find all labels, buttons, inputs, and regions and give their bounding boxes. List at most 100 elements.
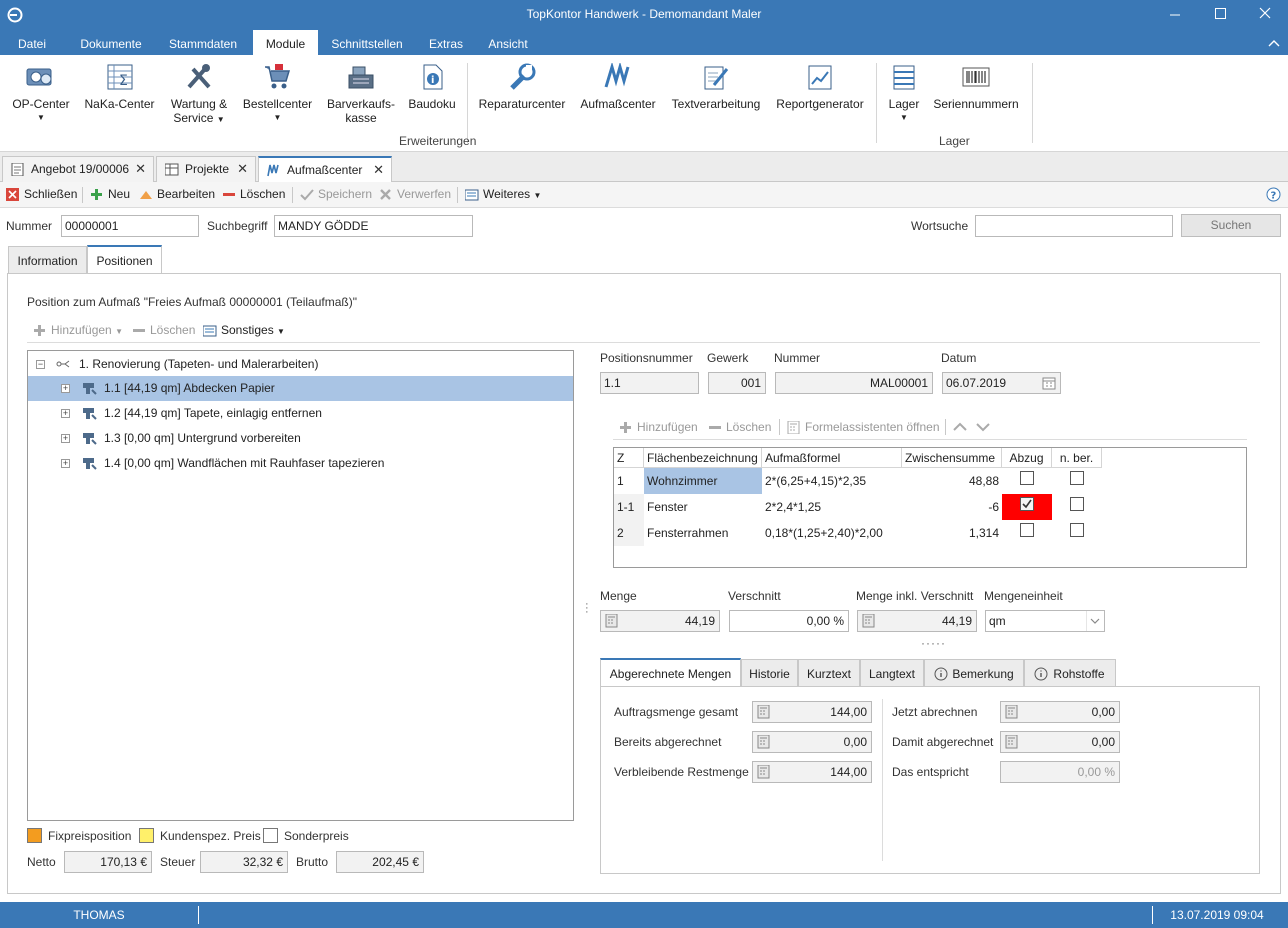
move-up-icon[interactable] [953, 422, 967, 432]
col-header-flaeche[interactable]: Flächenbezeichnung [644, 448, 762, 468]
menu-extras[interactable]: Extras [420, 30, 472, 55]
nber-checkbox[interactable] [1070, 497, 1084, 511]
col-header-nber[interactable]: n. ber. [1052, 448, 1102, 468]
abzug-checkbox[interactable] [1020, 471, 1034, 485]
reportgenerator-button[interactable]: Reportgenerator [772, 61, 868, 111]
loeschen-button[interactable]: Löschen [222, 187, 285, 202]
aufmass-grid[interactable]: Z Flächenbezeichnung Aufmaßformel Zwisch… [613, 447, 1247, 568]
col-header-z[interactable]: Z [614, 448, 644, 468]
barverkaufskasse-button[interactable]: Barverkaufs-kasse [322, 61, 400, 125]
verwerfen-button[interactable]: Verwerfen [379, 187, 451, 202]
close-tab-icon[interactable]: ✕ [237, 157, 248, 181]
mengeneinheit-select[interactable]: qm [985, 610, 1105, 632]
aufmasscenter-button[interactable]: Aufmaßcenter [576, 61, 660, 111]
position-loeschen-button[interactable]: Löschen [132, 323, 195, 338]
tab-information[interactable]: Information [8, 246, 87, 274]
abzug-checkbox[interactable] [1020, 523, 1034, 537]
menu-module[interactable]: Module [253, 30, 318, 55]
detail-nummer-input[interactable]: MAL00001 [775, 372, 933, 394]
suchen-button[interactable]: Suchen [1181, 214, 1281, 237]
tab-rohstoffe[interactable]: Rohstoffe [1024, 659, 1116, 687]
tab-langtext[interactable]: Langtext [860, 659, 924, 687]
ribbon-collapse-icon[interactable] [1268, 39, 1280, 47]
weiteres-dropdown[interactable]: Weiteres ▼ [465, 187, 541, 203]
collapse-icon[interactable]: − [36, 360, 45, 369]
menu-datei[interactable]: Datei [8, 30, 56, 55]
cell-formel[interactable]: 2*(6,25+4,15)*2,35 [762, 468, 902, 494]
cell-z[interactable]: 1-1 [614, 494, 644, 520]
splitter-handle[interactable]: · · · [585, 599, 589, 618]
tab-aufmasscenter[interactable]: Aufmaßcenter ✕ [258, 156, 392, 183]
chevron-down-icon[interactable] [1086, 611, 1104, 631]
bestellcenter-button[interactable]: Bestellcenter ▼ [240, 61, 315, 125]
expand-icon[interactable]: + [61, 409, 70, 418]
formel-hinzufuegen-button[interactable]: Hinzufügen [619, 420, 698, 435]
cell-flaeche[interactable]: Fensterrahmen [644, 520, 762, 546]
naka-center-button[interactable]: Σ NaKa-Center [82, 61, 157, 111]
close-button[interactable] [1250, 4, 1280, 24]
sonstiges-dropdown[interactable]: Sonstiges ▼ [203, 323, 285, 339]
tree-item[interactable]: + 1.3 [0,00 qm] Untergrund vorbereiten [28, 426, 573, 451]
baudoku-button[interactable]: i Baudoku [403, 61, 461, 111]
close-tab-icon[interactable]: ✕ [373, 158, 384, 182]
cell-z[interactable]: 2 [614, 520, 644, 546]
tab-bemerkung[interactable]: Bemerkung [924, 659, 1024, 687]
jetzt-input[interactable]: 0,00 [1000, 701, 1120, 723]
reparaturcenter-button[interactable]: Reparaturcenter [476, 61, 568, 111]
calculator-icon[interactable] [605, 614, 619, 628]
auftragsmenge-input[interactable]: 144,00 [752, 701, 872, 723]
col-header-summe[interactable]: Zwischensumme [902, 448, 1002, 468]
menu-dokumente[interactable]: Dokumente [70, 30, 152, 55]
seriennummern-button[interactable]: Seriennummern [930, 61, 1022, 111]
bereits-input[interactable]: 0,00 [752, 731, 872, 753]
schliessen-button[interactable]: Schließen [6, 187, 77, 202]
calculator-icon[interactable] [757, 705, 771, 719]
tab-abgerechnete-mengen[interactable]: Abgerechnete Mengen [600, 658, 741, 687]
nber-checkbox[interactable] [1070, 471, 1084, 485]
menge-inkl-input[interactable]: 44,19 [857, 610, 977, 632]
tree-item[interactable]: + 1.2 [44,19 qm] Tapete, einlagig entfer… [28, 401, 573, 426]
damit-input[interactable]: 0,00 [1000, 731, 1120, 753]
expand-icon[interactable]: + [61, 434, 70, 443]
menu-schnittstellen[interactable]: Schnittstellen [323, 30, 411, 55]
menu-stammdaten[interactable]: Stammdaten [160, 30, 246, 55]
col-header-abzug[interactable]: Abzug [1002, 448, 1052, 468]
tab-positionen[interactable]: Positionen [87, 245, 162, 274]
formelassistent-button[interactable]: Formelassistenten öffnen [787, 420, 940, 435]
move-down-icon[interactable] [976, 422, 990, 432]
cell-formel[interactable]: 2*2,4*1,25 [762, 494, 902, 520]
speichern-button[interactable]: Speichern [300, 187, 372, 202]
col-header-formel[interactable]: Aufmaßformel [762, 448, 902, 468]
menge-input[interactable]: 44,19 [600, 610, 720, 632]
cell-flaeche[interactable]: Fenster [644, 494, 762, 520]
positionsnummer-input[interactable]: 1.1 [600, 372, 699, 394]
cell-flaeche[interactable]: Wohnzimmer [644, 468, 762, 494]
restmenge-input[interactable]: 144,00 [752, 761, 872, 783]
lager-button[interactable]: Lager ▼ [884, 61, 924, 125]
wartung-service-button[interactable]: Wartung & Service ▼ [163, 61, 235, 127]
maximize-button[interactable] [1205, 4, 1235, 24]
datum-input[interactable]: 06.07.2019 [942, 372, 1061, 394]
close-tab-icon[interactable]: ✕ [135, 157, 146, 181]
calculator-icon[interactable] [1005, 735, 1019, 749]
menu-ansicht[interactable]: Ansicht [478, 30, 538, 55]
tree-root[interactable]: − 1. Renovierung (Tapeten- und Malerarbe… [28, 352, 573, 377]
tree-item[interactable]: + 1.4 [0,00 qm] Wandflächen mit Rauhfase… [28, 451, 573, 476]
calculator-icon[interactable] [757, 735, 771, 749]
cell-z[interactable]: 1 [614, 468, 644, 494]
neu-button[interactable]: Neu [90, 187, 130, 202]
expand-icon[interactable]: + [61, 384, 70, 393]
formel-loeschen-button[interactable]: Löschen [708, 420, 771, 435]
position-tree[interactable]: − 1. Renovierung (Tapeten- und Malerarbe… [27, 350, 574, 821]
calendar-icon[interactable] [1042, 376, 1056, 390]
verschnitt-input[interactable]: 0,00 % [729, 610, 849, 632]
minimize-button[interactable] [1160, 4, 1190, 24]
tab-projekte[interactable]: Projekte ✕ [156, 156, 256, 182]
calculator-icon[interactable] [1005, 705, 1019, 719]
suchbegriff-input[interactable]: MANDY GÖDDE [274, 215, 473, 237]
abzug-checkbox-checked[interactable] [1020, 497, 1034, 511]
textverarbeitung-button[interactable]: Textverarbeitung [668, 61, 764, 111]
help-icon[interactable]: ? [1266, 187, 1281, 202]
tab-historie[interactable]: Historie [741, 659, 798, 687]
tab-angebot[interactable]: Angebot 19/00006 ✕ [2, 156, 154, 182]
